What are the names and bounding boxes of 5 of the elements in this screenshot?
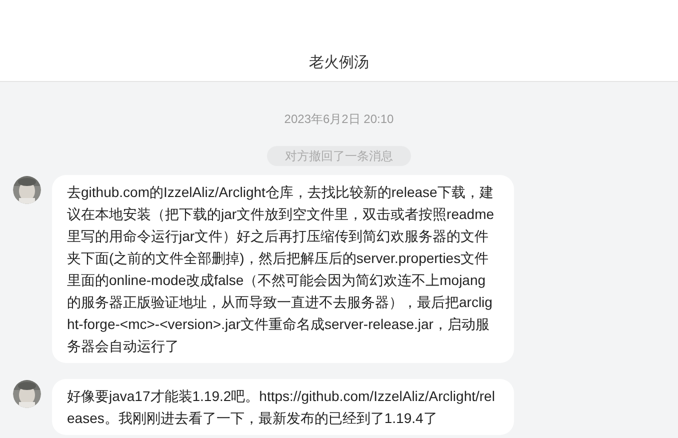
timestamp: 2023年6月2日 20:10	[284, 111, 394, 128]
recall-notice: 对方撤回了一条消息	[267, 146, 411, 166]
message-bubble: 好像要java17才能装1.19.2吧。https://github.com/IzzelAliz/Arclight/releases。我刚刚进去看了一下，最新发布的已经到了1.19.4了	[52, 379, 514, 435]
message-bubble: 去github.com的IzzelAliz/Arclight仓库，去找比较新的release下载，建议在本地安装（把下载的jar文件放到空文件里，双击或者按照readme里写的用命令运行jar文件）好之后再打压缩传到简幻欢服务器的文件夹下面(之前的文件全部删掉)，然后把解压后的server.properties文件里面的online-mode改成false（不然可能会因为简幻欢连不上mojang的服务器正版验证地址，从而导致一直进不去服务器），最后把arclight-forge-<mc>-<version>.jar文件重命名成server-release.jar，启动服务器会自动运行了	[52, 175, 514, 363]
chat-title: 老火例汤	[309, 52, 369, 72]
